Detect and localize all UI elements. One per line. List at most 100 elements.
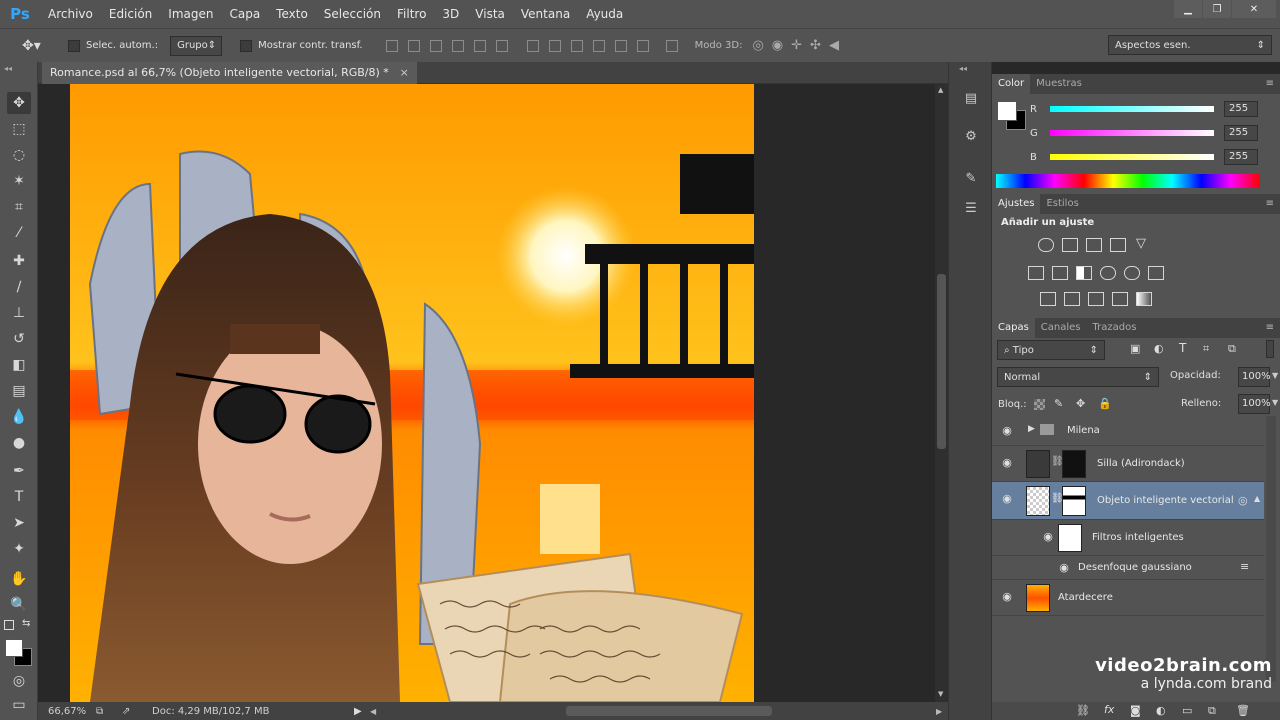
layer-name[interactable]: Objeto inteligente vectorial — [1097, 482, 1234, 520]
menu-texto[interactable]: Texto — [268, 0, 316, 28]
history-brush-tool-icon[interactable]: ↺ — [7, 328, 31, 350]
workspace-dropdown[interactable]: Aspectos esen. ⇕ — [1108, 35, 1272, 55]
hue-saturation-icon[interactable] — [1028, 266, 1044, 280]
history-panel-icon[interactable]: ▤ — [961, 88, 981, 108]
tab-muestras[interactable]: Muestras — [1030, 74, 1088, 94]
layer-row-atardecere[interactable]: ◉ Atardecere — [992, 580, 1264, 616]
menu-capa[interactable]: Capa — [221, 0, 268, 28]
invert-icon[interactable] — [1040, 292, 1056, 306]
brush-tool-icon[interactable]: ∕ — [7, 276, 31, 298]
selective-color-icon[interactable] — [1112, 292, 1128, 306]
color-spectrum[interactable] — [996, 174, 1260, 188]
brush-presets-icon[interactable]: ☰ — [961, 198, 981, 218]
red-slider[interactable] — [1050, 106, 1214, 112]
tab-color[interactable]: Color — [992, 74, 1031, 94]
menu-imagen[interactable]: Imagen — [160, 0, 221, 28]
maximize-button[interactable]: ❐ — [1203, 0, 1231, 18]
filter-type-icon[interactable]: T — [1179, 341, 1186, 355]
layer-filter-dropdown[interactable]: ⌕ Tipo ⇕ — [997, 340, 1105, 360]
rotate-3d-icon[interactable]: ◎ — [752, 38, 771, 53]
delete-layer-icon[interactable]: 🗑 — [1236, 704, 1250, 717]
close-window-button[interactable]: ✕ — [1232, 0, 1276, 18]
quick-mask-icon[interactable]: ◎ — [7, 670, 31, 692]
layers-scrollbar[interactable] — [1266, 416, 1276, 682]
pan-3d-icon[interactable]: ✛ — [791, 38, 810, 53]
scroll-right-arrow-icon[interactable]: ▶ — [936, 707, 942, 716]
status-menu-arrow-icon[interactable]: ▶ — [354, 706, 362, 717]
zoom-tool-icon[interactable]: 🔍 — [7, 594, 31, 616]
black-white-icon[interactable] — [1076, 266, 1092, 280]
layer-row-silla[interactable]: ◉ ⛓ Silla (Adirondack) — [992, 446, 1264, 482]
toolbar-collapse-icon[interactable]: ◂◂ — [4, 64, 12, 73]
zoom-level[interactable]: 66,67% — [48, 706, 96, 717]
menu-edicion[interactable]: Edición — [101, 0, 160, 28]
visibility-eye-icon[interactable]: ◉ — [1001, 425, 1013, 437]
menu-filtro[interactable]: Filtro — [389, 0, 434, 28]
horizontal-scroll-thumb[interactable] — [566, 706, 772, 716]
type-tool-icon[interactable]: T — [7, 486, 31, 508]
layer-name[interactable]: Atardecere — [1058, 580, 1113, 616]
auto-select-dropdown[interactable]: Grupo ⇕ — [170, 35, 223, 56]
layer-name[interactable]: Milena — [1067, 416, 1100, 446]
screen-mode-icon[interactable]: ▭ — [7, 694, 31, 716]
menu-archivo[interactable]: Archivo — [40, 0, 101, 28]
distribute-hcenter-icon[interactable] — [614, 39, 627, 52]
layer-name[interactable]: Silla (Adirondack) — [1097, 446, 1185, 482]
fill-dropdown-arrow-icon[interactable]: ▼ — [1272, 398, 1278, 407]
lasso-tool-icon[interactable]: ◌ — [7, 144, 31, 166]
scale-3d-icon[interactable]: ◀ — [829, 38, 847, 53]
tab-canales[interactable]: Canales — [1035, 318, 1087, 338]
blur-tool-icon[interactable]: 💧 — [7, 406, 31, 428]
layer-row-smart-object[interactable]: ◉ ⛓ Objeto inteligente vectorial ◎ ▲ — [992, 482, 1264, 520]
panel-menu-icon[interactable]: ≡ — [1266, 194, 1280, 214]
align-top-icon[interactable] — [385, 39, 398, 52]
scroll-left-arrow-icon[interactable]: ◀ — [370, 707, 376, 716]
menu-vista[interactable]: Vista — [467, 0, 513, 28]
menu-ventana[interactable]: Ventana — [513, 0, 578, 28]
brightness-contrast-icon[interactable] — [1038, 238, 1054, 252]
gradient-map-icon[interactable] — [1136, 292, 1152, 306]
link-layers-icon[interactable]: ⛓ — [1076, 704, 1090, 717]
dodge-tool-icon[interactable]: ● — [7, 432, 31, 454]
align-vcenter-icon[interactable] — [407, 39, 420, 52]
distribute-top-icon[interactable] — [526, 39, 539, 52]
healing-brush-tool-icon[interactable]: ✚ — [7, 250, 31, 272]
lock-all-icon[interactable]: 🔒 — [1098, 397, 1112, 410]
distribute-right-icon[interactable] — [636, 39, 649, 52]
add-mask-icon[interactable]: ◙ — [1130, 704, 1141, 717]
filter-toggle-icon[interactable] — [1266, 340, 1274, 358]
menu-seleccion[interactable]: Selección — [316, 0, 389, 28]
move-tool-preset-icon[interactable]: ✥▾ — [22, 38, 52, 54]
roll-3d-icon[interactable]: ◉ — [772, 38, 791, 53]
curves-icon[interactable] — [1086, 238, 1102, 252]
align-right-icon[interactable] — [495, 39, 508, 52]
hand-tool-icon[interactable]: ✋ — [7, 568, 31, 590]
align-hcenter-icon[interactable] — [473, 39, 486, 52]
align-left-icon[interactable] — [451, 39, 464, 52]
lock-position-icon[interactable]: ✥ — [1076, 397, 1085, 410]
canvas-area[interactable] — [38, 84, 935, 702]
distribute-left-icon[interactable] — [592, 39, 605, 52]
tab-capas[interactable]: Capas — [992, 318, 1035, 338]
visibility-eye-icon[interactable]: ◉ — [1001, 591, 1013, 603]
visibility-eye-icon[interactable]: ◉ — [1001, 457, 1013, 469]
strip-collapse-icon[interactable]: ◂◂ — [959, 64, 967, 73]
lock-transparent-icon[interactable] — [1034, 399, 1045, 410]
filter-smart-object-icon[interactable]: ⧉ — [1228, 342, 1236, 356]
green-value[interactable]: 255 — [1224, 125, 1258, 141]
marquee-tool-icon[interactable]: ⬚ — [7, 118, 31, 140]
smart-filter-indicator-icon[interactable]: ◎ — [1238, 494, 1248, 507]
path-selection-tool-icon[interactable]: ➤ — [7, 512, 31, 534]
vibrance-icon[interactable]: ▽ — [1136, 236, 1146, 251]
color-balance-icon[interactable] — [1052, 266, 1068, 280]
opacity-value[interactable]: 100% — [1238, 367, 1271, 387]
lock-pixels-icon[interactable]: ✎ — [1054, 397, 1063, 410]
panel-menu-icon[interactable]: ≡ — [1266, 318, 1280, 338]
distribute-bottom-icon[interactable] — [570, 39, 583, 52]
layer-row-smart-filters[interactable]: ◉ Filtros inteligentes — [992, 520, 1264, 556]
posterize-icon[interactable] — [1064, 292, 1080, 306]
export-icon[interactable]: ⇗ — [122, 706, 142, 717]
eyedropper-tool-icon[interactable]: ⁄ — [7, 222, 31, 244]
tab-estilos[interactable]: Estilos — [1040, 194, 1084, 214]
green-slider[interactable] — [1050, 130, 1214, 136]
